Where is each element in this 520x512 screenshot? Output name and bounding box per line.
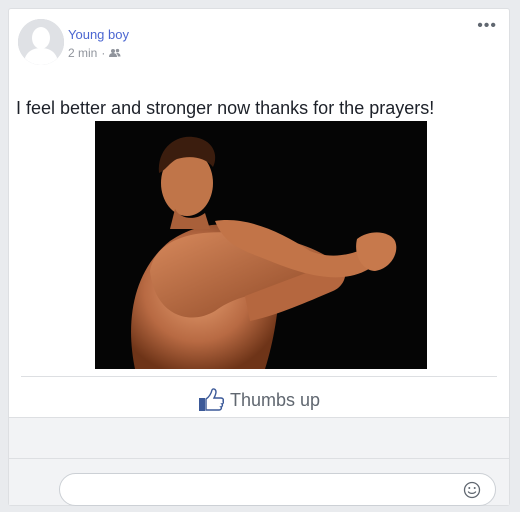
thumbs-up-icon xyxy=(198,388,224,411)
author-name[interactable]: Young boy xyxy=(68,27,129,42)
post-time[interactable]: 2 min xyxy=(68,46,97,60)
action-divider xyxy=(21,376,497,377)
comment-area xyxy=(9,417,509,506)
post-photo[interactable] xyxy=(95,121,427,369)
default-avatar-icon xyxy=(18,19,64,65)
post-card: Young boy 2 min · ••• I feel better and … xyxy=(8,8,510,506)
thumbs-up-label: Thumbs up xyxy=(229,389,321,410)
more-options-icon[interactable]: ••• xyxy=(477,18,497,34)
bodybuilder-photo xyxy=(95,121,427,369)
post-meta: 2 min · xyxy=(68,46,121,60)
friends-icon[interactable] xyxy=(109,48,121,58)
comment-separator xyxy=(9,458,509,459)
thumbs-up-button[interactable]: Thumbs up xyxy=(9,384,509,416)
smiley-icon[interactable] xyxy=(463,481,481,499)
avatar[interactable] xyxy=(18,19,64,65)
post-text: I feel better and stronger now thanks fo… xyxy=(16,98,435,118)
comment-input[interactable] xyxy=(59,473,496,506)
